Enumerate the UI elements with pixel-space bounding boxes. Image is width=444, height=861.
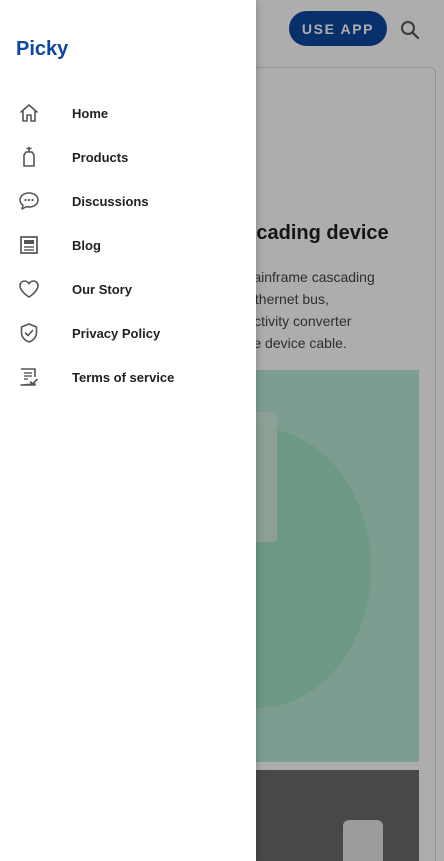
heart-icon <box>17 277 41 301</box>
drawer-item-terms-of-service[interactable]: Terms of service <box>0 355 256 399</box>
drawer-item-label: Our Story <box>72 281 132 297</box>
navigation-drawer: Picky Home Products Discussions Blog Our… <box>0 0 256 861</box>
shield-icon <box>17 321 41 345</box>
drawer-nav: Home Products Discussions Blog Our Story… <box>0 91 256 399</box>
drawer-item-label: Home <box>72 105 109 121</box>
products-icon <box>17 145 41 169</box>
drawer-item-label: Privacy Policy <box>72 325 161 341</box>
discussions-icon <box>17 189 41 213</box>
drawer-item-label: Products <box>72 149 129 165</box>
drawer-item-home[interactable]: Home <box>0 91 256 135</box>
drawer-item-label: Terms of service <box>72 369 175 385</box>
drawer-item-label: Discussions <box>72 193 149 209</box>
home-icon <box>17 101 41 125</box>
blog-icon <box>17 233 41 257</box>
drawer-item-blog[interactable]: Blog <box>0 223 256 267</box>
drawer-item-our-story[interactable]: Our Story <box>0 267 256 311</box>
drawer-item-discussions[interactable]: Discussions <box>0 179 256 223</box>
drawer-item-privacy-policy[interactable]: Privacy Policy <box>0 311 256 355</box>
brand-logo-text[interactable]: Picky <box>16 38 68 61</box>
drawer-item-products[interactable]: Products <box>0 135 256 179</box>
drawer-item-label: Blog <box>72 237 101 253</box>
terms-icon <box>17 365 41 389</box>
